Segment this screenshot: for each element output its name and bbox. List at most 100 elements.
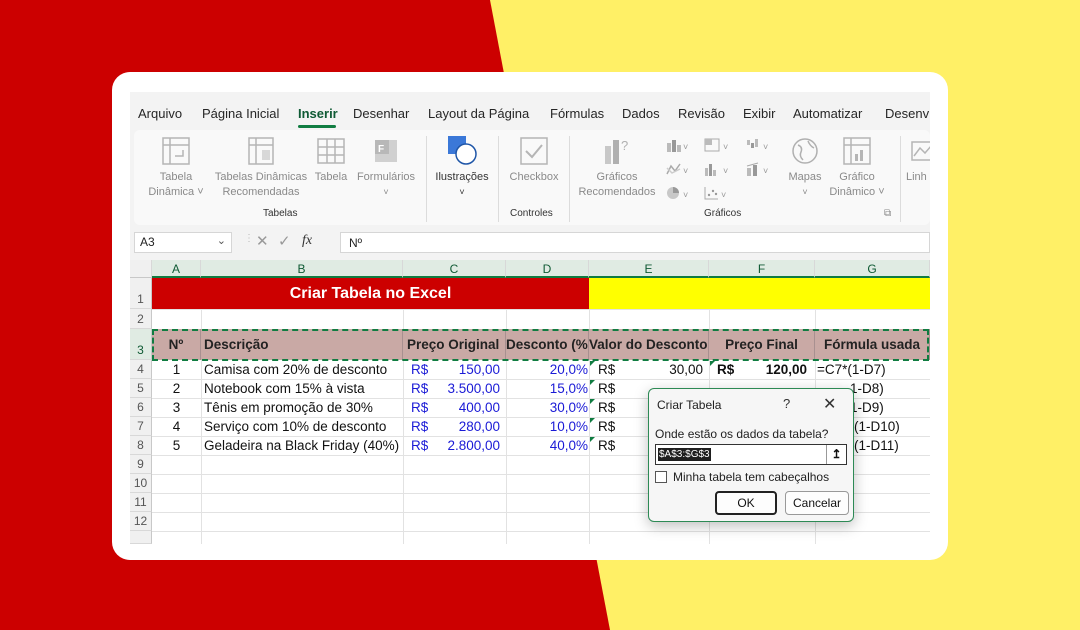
illustrations-button[interactable]: Ilustrações ˅ — [432, 134, 492, 200]
cell-f4[interactable]: 120,00 — [740, 361, 807, 379]
column-header-f[interactable]: F — [709, 260, 815, 278]
cell-c6[interactable]: 400,00 — [430, 399, 500, 417]
cell-a5[interactable]: 2 — [152, 380, 201, 398]
enter-icon[interactable]: ✓ — [278, 232, 291, 250]
tab-exibir[interactable]: Exibir — [743, 106, 776, 121]
cell-b7[interactable]: Serviço com 10% de desconto — [204, 418, 402, 436]
cell-g8[interactable]: (1-D11) — [854, 437, 929, 455]
row-header-11[interactable]: 11 — [130, 493, 152, 512]
cancel-button[interactable]: Cancelar — [785, 491, 849, 515]
tab-arquivo[interactable]: Arquivo — [138, 106, 182, 121]
yellow-cell-range[interactable] — [589, 278, 930, 309]
name-box[interactable]: A3 ⌄ — [134, 232, 232, 253]
cell-a8[interactable]: 5 — [152, 437, 201, 455]
row-header-7[interactable]: 7 — [130, 417, 152, 436]
tab-formulas[interactable]: Fórmulas — [550, 106, 604, 121]
cancel-icon[interactable]: ✕ — [256, 232, 269, 250]
waterfall-chart-icon[interactable]: ˅ — [746, 138, 774, 152]
pie-chart-icon[interactable]: ˅ — [666, 186, 694, 200]
cell-a4[interactable]: 1 — [152, 361, 201, 379]
collapse-dialog-icon[interactable]: ↥ — [826, 445, 846, 464]
close-icon[interactable]: ✕ — [823, 394, 836, 414]
row-header-12[interactable]: 12 — [130, 512, 152, 531]
cell-a7[interactable]: 4 — [152, 418, 201, 436]
tab-layout-da-pagina[interactable]: Layout da Página — [428, 106, 529, 121]
cell-d4[interactable]: 20,0% — [510, 361, 588, 379]
tab-pagina-inicial[interactable]: Página Inicial — [202, 106, 279, 121]
cell-d5[interactable]: 15,0% — [510, 380, 588, 398]
sparkline-line-button[interactable]: Linh — [906, 136, 930, 185]
column-chart-icon[interactable]: ˅ — [666, 138, 690, 152]
header-cell-preco-final[interactable]: Preço Final — [709, 329, 815, 360]
cell-a6[interactable]: 3 — [152, 399, 201, 417]
select-all-corner[interactable] — [130, 260, 152, 278]
row-header-2[interactable]: 2 — [130, 309, 152, 329]
row-header-8[interactable]: 8 — [130, 436, 152, 455]
pivot-table-button[interactable]: Tabela Dinâmica ˅ — [146, 136, 206, 200]
recommended-pivot-button[interactable]: Tabelas Dinâmicas Recomendadas — [214, 136, 308, 200]
column-header-c[interactable]: C — [403, 260, 506, 278]
forms-button[interactable]: F Formulários ˅ — [354, 136, 418, 200]
combo-chart-icon[interactable]: ˅ — [746, 162, 774, 176]
pivot-chart-button[interactable]: Gráfico Dinâmico ˅ — [826, 136, 888, 200]
maps-button[interactable]: Mapas ˅ — [780, 136, 830, 200]
row-header-5[interactable]: 5 — [130, 379, 152, 398]
cell-b4[interactable]: Camisa com 20% de desconto — [204, 361, 402, 379]
tab-desenvolvedor[interactable]: Desenv — [885, 106, 929, 121]
fx-icon[interactable]: fx — [302, 233, 312, 249]
tab-dados[interactable]: Dados — [622, 106, 660, 121]
cell-g4[interactable]: =C7*(1-D7) — [817, 361, 929, 379]
row-header-10[interactable]: 10 — [130, 474, 152, 493]
scatter-chart-icon[interactable]: ˅ — [704, 186, 732, 200]
column-header-g[interactable]: G — [815, 260, 930, 278]
column-header-d[interactable]: D — [506, 260, 589, 278]
cell-c7[interactable]: 280,00 — [430, 418, 500, 436]
has-headers-label[interactable]: Minha tabela tem cabeçalhos — [673, 470, 829, 484]
ok-button[interactable]: OK — [715, 491, 777, 515]
cell-b6[interactable]: Tênis em promoção de 30% — [204, 399, 402, 417]
checkbox-button[interactable]: Checkbox — [506, 136, 562, 185]
statistic-chart-icon[interactable]: ˅ — [704, 162, 732, 176]
cell-b8[interactable]: Geladeira na Black Friday (40%) — [204, 437, 402, 455]
cell-e4[interactable]: 30,00 — [630, 361, 703, 379]
header-cell-desconto[interactable]: Desconto (% — [506, 329, 589, 360]
column-header-e[interactable]: E — [589, 260, 709, 278]
tab-desenhar[interactable]: Desenhar — [353, 106, 409, 121]
cell-c4[interactable]: 150,00 — [430, 361, 500, 379]
cell-d7[interactable]: 10,0% — [510, 418, 588, 436]
cell-g6[interactable]: 1-D9) — [850, 399, 929, 417]
column-header-b[interactable]: B — [201, 260, 403, 278]
header-cell-descricao[interactable]: Descrição — [201, 329, 403, 360]
header-cell-formula-usada[interactable]: Fórmula usada — [815, 329, 930, 360]
chevron-down-icon[interactable]: ⌄ — [217, 234, 226, 247]
cell-b5[interactable]: Notebook com 15% à vista — [204, 380, 402, 398]
header-cell-preco-original[interactable]: Preço Original — [403, 329, 506, 360]
cell-d8[interactable]: 40,0% — [510, 437, 588, 455]
hierarchy-chart-icon[interactable]: ˅ — [704, 138, 732, 152]
formula-input[interactable]: Nº — [340, 232, 930, 253]
header-cell-n[interactable]: Nº — [152, 329, 201, 360]
row-header-4[interactable]: 4 — [130, 360, 152, 379]
dialog-launcher-icon[interactable]: ⧉ — [884, 208, 891, 219]
row-header-3[interactable]: 3 — [130, 329, 152, 360]
cell-g7[interactable]: (1-D10) — [854, 418, 929, 436]
cell-g5[interactable]: 1-D8) — [850, 380, 929, 398]
tab-inserir[interactable]: Inserir — [298, 106, 338, 121]
column-header-a[interactable]: A — [152, 260, 201, 278]
tab-automatizar[interactable]: Automatizar — [793, 106, 862, 121]
recommended-charts-button[interactable]: ? Gráficos Recomendados — [574, 136, 660, 200]
cell-c8[interactable]: 2.800,00 — [430, 437, 500, 455]
row-header-6[interactable]: 6 — [130, 398, 152, 417]
has-headers-checkbox[interactable] — [655, 471, 667, 483]
header-cell-valor-desconto[interactable]: Valor do Desconto — [589, 329, 709, 360]
table-button[interactable]: Tabela — [312, 136, 350, 185]
row-header-9[interactable]: 9 — [130, 455, 152, 474]
cell-c5[interactable]: 3.500,00 — [430, 380, 500, 398]
line-chart-icon[interactable]: ˅ — [666, 162, 694, 176]
cell-d6[interactable]: 30,0% — [510, 399, 588, 417]
row-header-1[interactable]: 1 — [130, 278, 152, 309]
help-icon[interactable]: ? — [783, 396, 790, 411]
range-input[interactable]: $A$3:$G$3 ↥ — [655, 444, 847, 465]
row-header-13[interactable] — [130, 531, 152, 544]
tab-revisao[interactable]: Revisão — [678, 106, 725, 121]
